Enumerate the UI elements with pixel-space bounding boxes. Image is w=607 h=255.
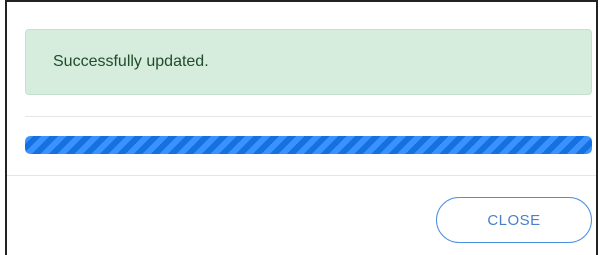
success-alert: Successfully updated.: [25, 29, 592, 95]
dialog: Successfully updated. CLOSE: [5, 0, 598, 255]
footer-divider: [7, 175, 596, 176]
divider: [25, 116, 592, 117]
close-button[interactable]: CLOSE: [436, 197, 592, 243]
alert-message: Successfully updated.: [53, 53, 209, 70]
progress-bar: [25, 136, 592, 154]
progress-bar-fill: [25, 136, 592, 154]
